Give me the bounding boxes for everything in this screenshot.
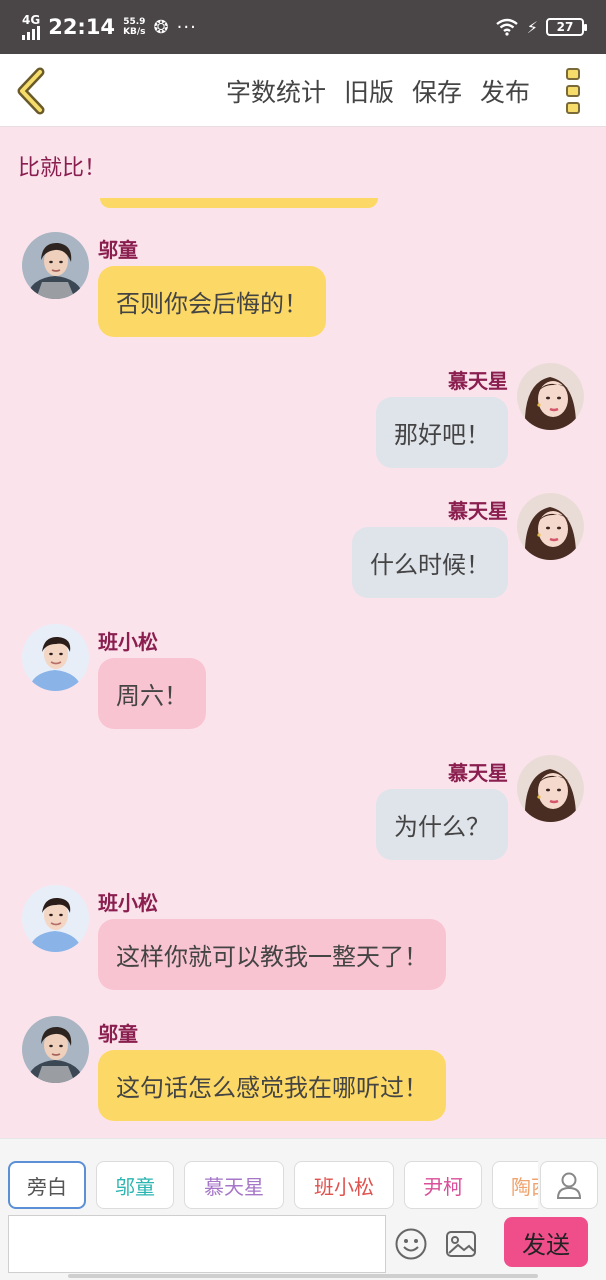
role-tab[interactable]: 陶西	[492, 1161, 538, 1209]
signal-icon	[22, 26, 40, 40]
message-bubble[interactable]: 否则你会后悔的！	[98, 266, 326, 337]
chat-area[interactable]: 比就比！ 邬童 否则你会后悔的！ 慕天星 那好吧！ 慕天星 什么时候！ 班小松 周六！ 慕天星为…	[0, 128, 606, 1138]
speaker-name: 慕天星	[448, 761, 508, 785]
role-tab[interactable]: 邬童	[96, 1161, 174, 1209]
role-tab[interactable]: 班小松	[294, 1161, 394, 1209]
narration-text: 比就比！	[18, 156, 107, 181]
chat-message[interactable]: 班小松这样你就可以教我一整天了！	[0, 885, 606, 995]
speaker-name: 慕天星	[448, 369, 508, 393]
send-button[interactable]: 发送	[504, 1217, 588, 1267]
avatar[interactable]	[517, 493, 584, 560]
message-bubble[interactable]: 为什么？	[376, 789, 508, 860]
wifi-icon	[496, 18, 518, 36]
role-tabs: 旁白邬童慕天星班小松尹柯陶西	[8, 1161, 538, 1209]
role-tab[interactable]: 旁白	[8, 1161, 86, 1209]
wechat-icon: ❂	[153, 16, 169, 38]
message-bubble[interactable]: 那好吧！	[376, 397, 508, 468]
role-tab[interactable]: 慕天星	[184, 1161, 284, 1209]
status-bar: 4G 22:14 55.9 KB/s ❂ ··· ⚡ 27	[0, 0, 606, 54]
network-type: 4G	[22, 13, 41, 27]
message-bubble[interactable]: 什么时候！	[352, 527, 508, 598]
user-select-button[interactable]	[540, 1161, 598, 1209]
speaker-name: 邬童	[98, 1022, 138, 1046]
message-bubble[interactable]: 这句话怎么感觉我在哪听过！	[98, 1050, 446, 1121]
save-button[interactable]: 保存	[412, 73, 462, 109]
chat-message[interactable]: 慕天星为什么？	[0, 755, 606, 865]
battery-icon: 27	[546, 18, 587, 36]
gesture-bar	[68, 1274, 538, 1278]
avatar[interactable]	[22, 885, 89, 952]
more-notifications-icon: ···	[176, 16, 197, 38]
composer-panel: 旁白邬童慕天星班小松尹柯陶西 发送	[0, 1138, 606, 1280]
role-tab[interactable]: 尹柯	[404, 1161, 482, 1209]
more-menu-button[interactable]	[562, 68, 584, 114]
message-input[interactable]	[8, 1215, 386, 1273]
chat-message[interactable]: 慕天星那好吧！	[0, 363, 606, 473]
partial-message-bubble	[100, 198, 378, 208]
message-bubble[interactable]: 周六！	[98, 658, 206, 729]
chat-message[interactable]: 班小松周六！	[0, 624, 606, 734]
user-icon	[556, 1172, 582, 1199]
speaker-name: 班小松	[98, 891, 158, 915]
message-bubble[interactable]: 这样你就可以教我一整天了！	[98, 919, 446, 990]
chat-message[interactable]: 邬童这句话怎么感觉我在哪听过！	[0, 1016, 606, 1126]
back-button[interactable]	[12, 66, 52, 116]
clock: 22:14	[48, 15, 116, 39]
avatar[interactable]	[517, 755, 584, 822]
avatar[interactable]	[22, 624, 89, 691]
avatar[interactable]	[517, 363, 584, 430]
network-speed: 55.9 KB/s	[123, 17, 146, 37]
speaker-name: 邬童	[98, 238, 138, 262]
image-icon[interactable]	[444, 1227, 478, 1261]
publish-button[interactable]: 发布	[480, 73, 530, 109]
avatar[interactable]	[22, 1016, 89, 1083]
word-count-button[interactable]: 字数统计	[226, 73, 326, 109]
emoji-icon[interactable]	[394, 1227, 428, 1261]
top-toolbar: 字数统计 旧版 保存 发布	[0, 54, 606, 127]
speaker-name: 班小松	[98, 630, 158, 654]
old-version-button[interactable]: 旧版	[344, 73, 394, 109]
speaker-name: 慕天星	[448, 499, 508, 523]
chat-message[interactable]: 慕天星什么时候！	[0, 493, 606, 603]
chat-message[interactable]: 邬童否则你会后悔的！	[0, 232, 606, 342]
charging-icon: ⚡	[526, 17, 538, 37]
avatar[interactable]	[22, 232, 89, 299]
